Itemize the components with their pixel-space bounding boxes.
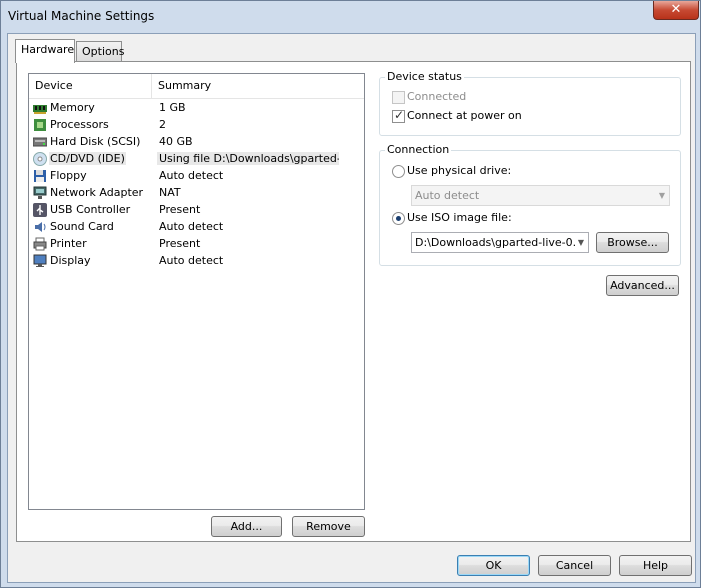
device-name: Processors <box>50 118 109 131</box>
device-list[interactable]: Device Summary Memory 1 GB Processors 2 <box>28 73 365 510</box>
device-name: Display <box>50 254 91 267</box>
chevron-down-icon: ▼ <box>658 191 665 200</box>
radio-selected-dot <box>396 216 401 221</box>
device-summary: 2 <box>159 118 166 131</box>
floppy-icon <box>33 169 47 183</box>
device-summary: NAT <box>159 186 181 199</box>
connection-title: Connection <box>385 143 452 156</box>
device-name: Floppy <box>50 169 87 182</box>
use-iso-image-label: Use ISO image file: <box>407 211 512 224</box>
device-name: CD/DVD (IDE) <box>49 152 126 165</box>
window-title: Virtual Machine Settings <box>8 9 155 23</box>
add-device-button[interactable]: Add... <box>211 516 282 537</box>
iso-path-combo[interactable]: D:\Downloads\gparted-live-0.14 ▼ <box>411 232 589 253</box>
connect-at-power-on-label: Connect at power on <box>407 109 522 122</box>
tab-hardware[interactable]: Hardware <box>15 39 75 63</box>
hardware-panel: Device Summary Memory 1 GB Processors 2 <box>16 61 691 542</box>
device-summary: Auto detect <box>159 220 224 233</box>
device-row-display[interactable]: Display Auto detect <box>31 253 362 270</box>
device-name: Printer <box>50 237 87 250</box>
iso-path-value: D:\Downloads\gparted-live-0.14 <box>415 236 575 249</box>
title-bar[interactable]: Virtual Machine Settings ✕ <box>1 1 700 33</box>
help-button[interactable]: Help <box>619 555 692 576</box>
device-summary: Using file D:\Downloads\gparted-l... <box>157 152 339 165</box>
list-header: Device Summary <box>29 74 364 99</box>
device-summary: 1 GB <box>159 101 186 114</box>
device-name: Network Adapter <box>50 186 144 199</box>
cd-dvd-icon <box>33 152 47 166</box>
tab-label: Hardware <box>21 43 75 56</box>
use-iso-image-radio[interactable] <box>392 212 405 225</box>
device-name: Sound Card <box>50 220 114 233</box>
use-physical-drive-radio[interactable] <box>392 165 405 178</box>
device-row-network-adapter[interactable]: Network Adapter NAT <box>31 185 362 202</box>
device-name: USB Controller <box>50 203 131 216</box>
device-row-memory[interactable]: Memory 1 GB <box>31 100 362 117</box>
device-row-sound-card[interactable]: Sound Card Auto detect <box>31 219 362 236</box>
device-row-printer[interactable]: Printer Present <box>31 236 362 253</box>
device-row-processors[interactable]: Processors 2 <box>31 117 362 134</box>
device-summary: 40 GB <box>159 135 193 148</box>
physical-drive-value: Auto detect <box>415 189 480 202</box>
connect-at-power-on-checkbox[interactable]: ✓ <box>392 108 405 123</box>
column-header-summary[interactable]: Summary <box>152 74 352 98</box>
connection-group: Connection Use physical drive: Auto dete… <box>379 143 681 266</box>
column-header-device[interactable]: Device <box>29 74 152 98</box>
cancel-button[interactable]: Cancel <box>538 555 611 576</box>
device-summary: Present <box>159 237 201 250</box>
ok-button[interactable]: OK <box>457 555 530 576</box>
tab-label: Options <box>82 45 125 58</box>
usb-icon <box>33 203 47 217</box>
display-icon <box>33 254 47 268</box>
device-summary: Auto detect <box>159 169 224 182</box>
remove-device-button[interactable]: Remove <box>292 516 365 537</box>
memory-icon <box>33 101 47 115</box>
printer-icon <box>33 237 47 251</box>
device-row-usb-controller[interactable]: USB Controller Present <box>31 202 362 219</box>
device-status-group: Device status Connected ✓ Connect at pow… <box>379 70 681 136</box>
sound-card-icon <box>33 220 47 234</box>
use-physical-drive-label: Use physical drive: <box>407 164 512 177</box>
connected-checkbox[interactable] <box>392 91 405 104</box>
processor-icon <box>33 118 47 132</box>
device-summary: Present <box>159 203 201 216</box>
checkmark-icon: ✓ <box>394 108 405 122</box>
advanced-button[interactable]: Advanced... <box>606 275 679 296</box>
browse-button[interactable]: Browse... <box>596 232 669 253</box>
physical-drive-select[interactable]: Auto detect ▼ <box>411 185 670 206</box>
network-adapter-icon <box>33 186 47 200</box>
close-button[interactable]: ✕ <box>653 1 699 20</box>
connected-label: Connected <box>407 90 467 103</box>
hard-disk-icon <box>32 135 48 149</box>
device-summary: Auto detect <box>159 254 224 267</box>
device-row-floppy[interactable]: Floppy Auto detect <box>31 168 362 185</box>
device-row-hard-disk[interactable]: Hard Disk (SCSI) 40 GB <box>31 134 362 151</box>
chevron-down-icon[interactable]: ▼ <box>578 233 584 252</box>
device-name: Hard Disk (SCSI) <box>50 135 141 148</box>
device-row-cd-dvd[interactable]: CD/DVD (IDE) Using file D:\Downloads\gpa… <box>31 151 362 168</box>
device-name: Memory <box>50 101 95 114</box>
close-icon: ✕ <box>670 2 682 17</box>
device-status-title: Device status <box>385 70 464 83</box>
settings-window: Virtual Machine Settings ✕ Hardware Opti… <box>0 0 701 588</box>
tab-options[interactable]: Options <box>76 41 125 61</box>
dialog-body: Hardware Options Device Summary Memory 1… <box>7 33 696 583</box>
